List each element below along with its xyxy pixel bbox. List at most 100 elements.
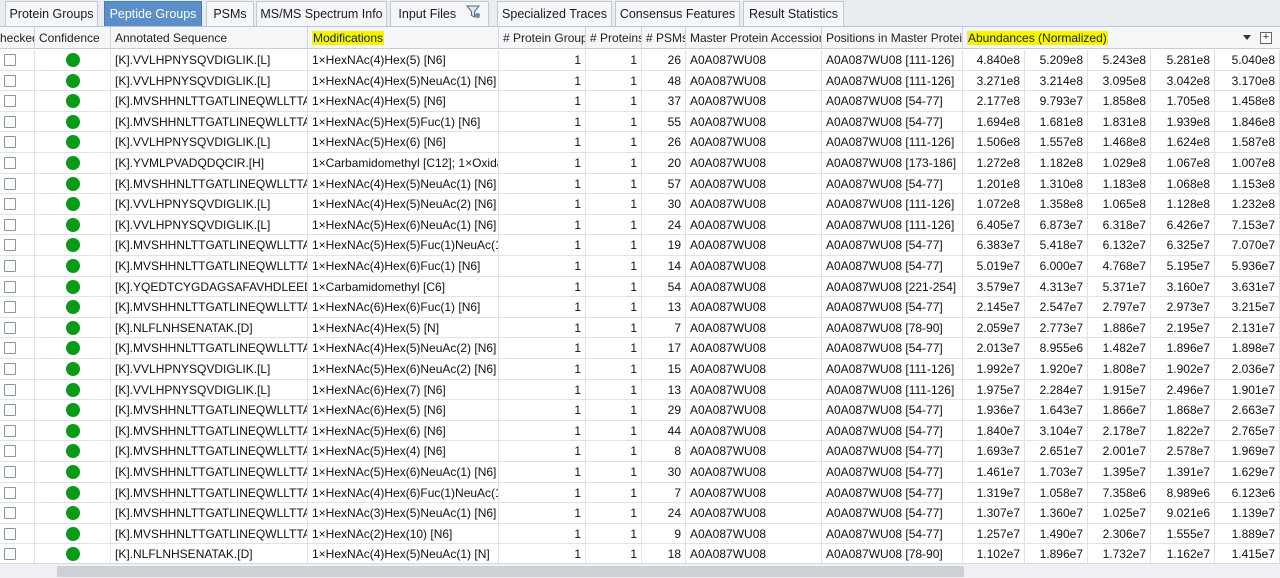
row-checkbox[interactable] (4, 507, 16, 520)
tab-input-files[interactable]: Input Files (390, 1, 489, 26)
filter-icon[interactable] (465, 3, 481, 27)
row-checkbox[interactable] (4, 74, 16, 87)
row-checkbox[interactable] (4, 321, 16, 334)
master-protein-accession-cell: A0A087WU08 (686, 91, 822, 112)
table-row[interactable]: [K].NLFLNHSENATAK.[D] 1×HexNAc(4)Hex(5) [… (0, 317, 1280, 339)
row-checkbox[interactable] (4, 54, 16, 66)
table-row[interactable]: [K].VVLHPNYSQVDIGLIK.[L] 1×HexNAc(4)Hex(5… (0, 70, 1280, 92)
table-row[interactable]: [K].MVSHHNLTTGATLINEQWLLTTAK 1×HexNAc(3)H… (0, 503, 1280, 524)
row-checkbox[interactable] (4, 218, 16, 231)
table-row[interactable]: [K].MVSHHNLTTGATLINEQWLLTTAK 1×HexNAc(6)H… (0, 400, 1280, 421)
abundance-cell: 1.482e7 (1088, 338, 1151, 359)
modifications-cell: 1×HexNAc(5)Hex(5)Fuc(1)NeuAc(1) [N6] (308, 235, 499, 256)
col-header-confidence[interactable]: Confidence (35, 27, 111, 49)
row-checkbox[interactable] (4, 239, 16, 252)
table-row[interactable]: [K].YQEDTCYGDAGSAFAVHDLEEDT 1×Carbamidome… (0, 276, 1280, 298)
proteins-cell: 1 (586, 317, 642, 338)
annotated-sequence-cell: [K].MVSHHNLTTGATLINEQWLLTTAK (111, 462, 308, 482)
tab-result-statistics[interactable]: Result Statistics (743, 1, 844, 26)
row-checkbox[interactable] (4, 280, 16, 293)
abundance-cell: 5.936e7 (1215, 256, 1280, 276)
master-protein-accession-cell: A0A087WU08 (686, 338, 822, 359)
table-row[interactable]: [K].MVSHHNLTTGATLINEQWLLTTAK 1×HexNAc(5)H… (0, 462, 1280, 483)
col-header-master-protein-accessions[interactable]: Master Protein Accessions (686, 27, 822, 49)
annotated-sequence-cell: [K].VVLHPNYSQVDIGLIK.[L] (111, 214, 308, 235)
row-checkbox[interactable] (4, 404, 16, 417)
row-checkbox[interactable] (4, 260, 16, 272)
row-checkbox[interactable] (4, 486, 16, 499)
table-row[interactable]: [K].MVSHHNLTTGATLINEQWLLTTAK 1×HexNAc(4)H… (0, 338, 1280, 359)
row-checkbox[interactable] (4, 363, 16, 375)
proteins-cell: 1 (586, 50, 642, 70)
tab-consensus-features[interactable]: Consensus Features (615, 1, 740, 26)
table-row[interactable]: [K].MVSHHNLTTGATLINEQWLLTTAK 1×HexNAc(5)H… (0, 441, 1280, 462)
chevron-down-icon[interactable] (1243, 35, 1251, 40)
row-checkbox[interactable] (4, 342, 16, 355)
row-checkbox[interactable] (4, 157, 16, 169)
proteins-cell: 1 (586, 173, 642, 194)
tab-protein-groups[interactable]: Protein Groups (5, 1, 98, 26)
table-row[interactable]: [K].MVSHHNLTTGATLINEQWLLTTAK 1×HexNAc(5)H… (0, 111, 1280, 133)
row-checkbox[interactable] (4, 466, 16, 478)
abundance-cell: 1.992e7 (963, 359, 1025, 379)
col-header-proteins[interactable]: # Proteins (586, 27, 642, 49)
row-checkbox[interactable] (4, 198, 16, 211)
table-row[interactable]: [K].MVSHHNLTTGATLINEQWLLTTAK 1×HexNAc(4)H… (0, 91, 1280, 112)
col-header-checked[interactable]: hecked (0, 27, 35, 49)
tab-specialized-traces[interactable]: Specialized Traces (497, 1, 612, 26)
scrollbar-thumb[interactable] (57, 566, 964, 577)
modifications-cell: 1×HexNAc(4)Hex(5) [N6] (308, 50, 499, 70)
col-header-psms[interactable]: # PSMs (642, 27, 686, 49)
table-row[interactable]: [K].VVLHPNYSQVDIGLIK.[L] 1×HexNAc(4)Hex(5… (0, 50, 1280, 71)
table-row[interactable]: [K].MVSHHNLTTGATLINEQWLLTTAK 1×HexNAc(2)H… (0, 523, 1280, 545)
annotated-sequence-cell: [K].VVLHPNYSQVDIGLIK.[L] (111, 50, 308, 70)
row-checkbox[interactable] (4, 383, 16, 396)
abundance-cell: 4.313e7 (1025, 276, 1088, 297)
col-header-abundances-normalized[interactable]: Abundances (Normalized) (963, 27, 1240, 49)
col-header-annotated-sequence[interactable]: Annotated Sequence (111, 27, 308, 49)
row-checkbox[interactable] (4, 301, 16, 314)
horizontal-scrollbar[interactable] (0, 563, 1280, 578)
table-row[interactable]: [K].MVSHHNLTTGATLINEQWLLTTAK 1×HexNAc(4)H… (0, 482, 1280, 504)
protein-groups-cell: 1 (499, 256, 586, 276)
abundance-cell: 1.025e7 (1088, 503, 1151, 524)
row-checkbox[interactable] (4, 527, 16, 540)
tab-msms-spectrum-info[interactable]: MS/MS Spectrum Info (256, 1, 387, 26)
row-checkbox[interactable] (4, 177, 16, 190)
row-checkbox[interactable] (4, 95, 16, 108)
modifications-cell: 1×HexNAc(5)Hex(4) [N6] (308, 441, 499, 462)
tab-psms[interactable]: PSMs (206, 1, 254, 26)
table-row[interactable]: [K].NLFLNHSENATAK.[D] 1×HexNAc(4)Hex(5)Ne… (0, 544, 1280, 563)
table-row[interactable]: [K].MVSHHNLTTGATLINEQWLLTTAK 1×HexNAc(5)H… (0, 420, 1280, 442)
table-row[interactable]: [K].VVLHPNYSQVDIGLIK.[L] 1×HexNAc(4)Hex(5… (0, 194, 1280, 215)
row-checkbox[interactable] (4, 548, 16, 561)
tab-peptide-groups[interactable]: Peptide Groups (104, 1, 202, 26)
proteins-cell: 1 (586, 153, 642, 173)
tab-label: Peptide Groups (109, 7, 197, 21)
table-row[interactable]: [K].MVSHHNLTTGATLINEQWLLTTAK 1×HexNAc(5)H… (0, 235, 1280, 256)
abundance-cell: 1.643e7 (1025, 400, 1088, 421)
row-checkbox[interactable] (4, 136, 16, 149)
confidence-high-icon (66, 403, 80, 418)
expand-plus-icon[interactable]: + (1260, 32, 1272, 44)
table-row[interactable]: [K].VVLHPNYSQVDIGLIK.[L] 1×HexNAc(6)Hex(7… (0, 379, 1280, 401)
abundance-cell: 1.822e7 (1151, 420, 1215, 441)
row-checkbox[interactable] (4, 445, 16, 458)
table-row[interactable]: [K].YVMLPVADQDQCIR.[H] 1×Carbamidomethyl … (0, 153, 1280, 174)
table-row[interactable]: [K].VVLHPNYSQVDIGLIK.[L] 1×HexNAc(5)Hex(6… (0, 359, 1280, 380)
table-row[interactable]: [K].VVLHPNYSQVDIGLIK.[L] 1×HexNAc(5)Hex(6… (0, 132, 1280, 153)
col-header-positions-in-master-proteins[interactable]: Positions in Master Proteins (822, 27, 963, 49)
master-protein-accession-cell: A0A087WU08 (686, 214, 822, 235)
psms-cell: 48 (642, 70, 686, 91)
col-header-modifications[interactable]: Modifications (308, 27, 499, 49)
row-checkbox[interactable] (4, 424, 16, 437)
table-row[interactable]: [K].VVLHPNYSQVDIGLIK.[L] 1×HexNAc(5)Hex(6… (0, 214, 1280, 236)
col-header-protein-groups[interactable]: # Protein Groups (499, 27, 586, 49)
table-row[interactable]: [K].MVSHHNLTTGATLINEQWLLTTAK 1×HexNAc(4)H… (0, 173, 1280, 195)
table-row[interactable]: [K].MVSHHNLTTGATLINEQWLLTTAK 1×HexNAc(4)H… (0, 256, 1280, 277)
table-row[interactable]: [K].MVSHHNLTTGATLINEQWLLTTAK 1×HexNAc(6)H… (0, 297, 1280, 318)
abundance-cell: 7.358e6 (1088, 482, 1151, 503)
abundance-cell: 2.663e7 (1215, 400, 1280, 421)
row-checkbox[interactable] (4, 115, 16, 128)
confidence-cell (35, 420, 111, 441)
